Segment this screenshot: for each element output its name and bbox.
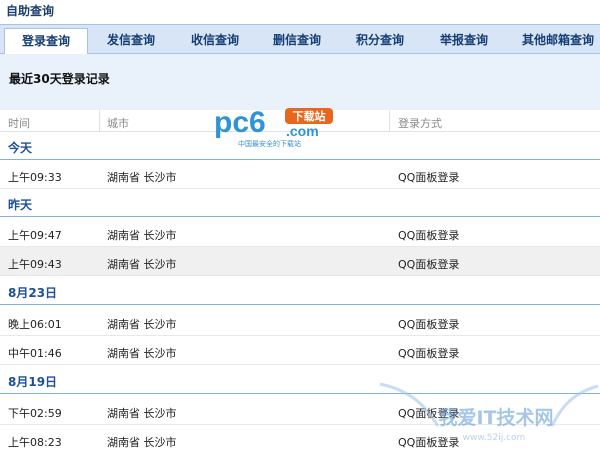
date-group-header: 8月23日 (0, 277, 600, 305)
cell-method: QQ面板登录 (398, 171, 460, 184)
tab-received-query[interactable]: 收信查询 (174, 28, 256, 54)
tab-deleted-query[interactable]: 删信查询 (256, 28, 338, 54)
tab-login-query[interactable]: 登录查询 (4, 28, 88, 55)
cell-city: 湖南省 长沙市 (107, 318, 177, 331)
cell-time: 晚上06:01 (8, 318, 62, 331)
tab-bar: 登录查询 发信查询 收信查询 删信查询 积分查询 举报查询 其他邮箱查询 (0, 24, 600, 55)
table-row: 上午09:47 湖南省 长沙市 QQ面板登录 (0, 218, 600, 247)
column-divider (99, 110, 100, 132)
cell-time: 下午02:59 (8, 407, 62, 420)
date-group-header: 8月19日 (0, 366, 600, 394)
records-panel: 最近30天登录记录 (0, 54, 600, 110)
cell-method: QQ面板登录 (398, 436, 460, 449)
tab-sent-query[interactable]: 发信查询 (90, 28, 172, 54)
date-group-label: 昨天 (8, 198, 33, 212)
table-row: 上午09:33 湖南省 长沙市 QQ面板登录 (0, 160, 600, 189)
cell-method: QQ面板登录 (398, 407, 460, 420)
panel-title: 最近30天登录记录 (9, 72, 110, 86)
cell-time: 上午09:33 (8, 171, 62, 184)
cell-method: QQ面板登录 (398, 258, 460, 271)
cell-time: 上午08:23 (8, 436, 62, 449)
table-row: 晚上06:01 湖南省 长沙市 QQ面板登录 (0, 307, 600, 336)
column-time: 时间 (8, 117, 30, 130)
date-group-label: 8月23日 (8, 286, 58, 300)
cell-city: 湖南省 长沙市 (107, 171, 177, 184)
tab-report-query[interactable]: 举报查询 (422, 28, 506, 54)
column-header: 时间 城市 登录方式 (0, 110, 600, 132)
cell-time: 中午01:46 (8, 347, 62, 360)
date-group-header: 今天 (0, 132, 600, 160)
column-city: 城市 (107, 117, 129, 130)
date-group-label: 8月19日 (8, 375, 58, 389)
cell-time: 上午09:43 (8, 258, 62, 271)
column-method: 登录方式 (398, 117, 442, 130)
tab-points-query[interactable]: 积分查询 (339, 28, 421, 54)
cell-city: 湖南省 长沙市 (107, 229, 177, 242)
table-row: 上午09:43 湖南省 长沙市 QQ面板登录 (0, 247, 600, 276)
table-row: 下午02:59 湖南省 长沙市 QQ面板登录 (0, 396, 600, 425)
tab-other-mailbox-query[interactable]: 其他邮箱查询 (510, 28, 600, 54)
date-group-label: 今天 (8, 141, 33, 155)
table-row: 上午08:23 湖南省 长沙市 QQ面板登录 (0, 425, 600, 452)
cell-method: QQ面板登录 (398, 318, 460, 331)
cell-city: 湖南省 长沙市 (107, 258, 177, 271)
table-row: 中午01:46 湖南省 长沙市 QQ面板登录 (0, 336, 600, 365)
column-divider (389, 110, 390, 132)
cell-method: QQ面板登录 (398, 229, 460, 242)
cell-city: 湖南省 长沙市 (107, 407, 177, 420)
cell-time: 上午09:47 (8, 229, 62, 242)
cell-city: 湖南省 长沙市 (107, 436, 177, 449)
page-title: 自助查询 (6, 4, 55, 18)
date-group-header: 昨天 (0, 189, 600, 217)
cell-city: 湖南省 长沙市 (107, 347, 177, 360)
cell-method: QQ面板登录 (398, 347, 460, 360)
